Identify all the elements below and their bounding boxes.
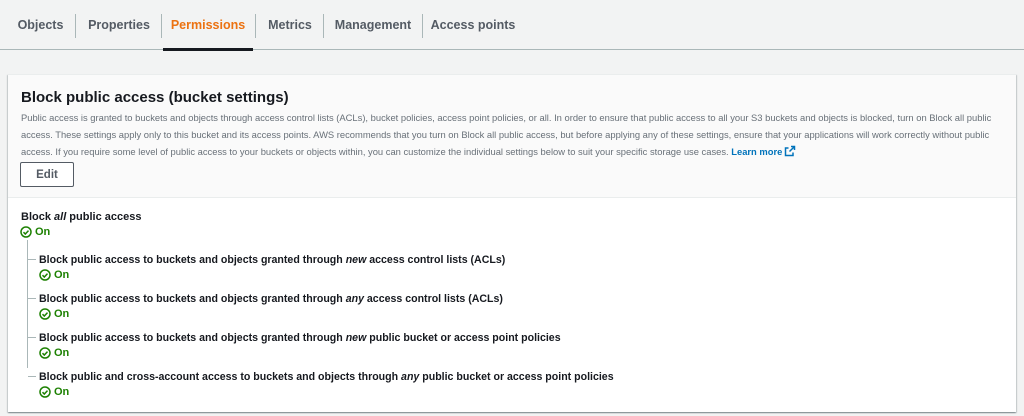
setting-label-em: new bbox=[345, 254, 367, 266]
tab-divider bbox=[161, 14, 162, 38]
setting-label-any-policies: Block public and cross-account access to… bbox=[39, 371, 614, 383]
setting-status-any-acls: On bbox=[39, 308, 69, 320]
setting-label-any-acls: Block public access to buckets and objec… bbox=[39, 293, 503, 305]
tree-branch bbox=[28, 259, 36, 260]
setting-status-new-policies: On bbox=[39, 347, 69, 359]
status-text: On bbox=[35, 226, 51, 238]
setting-status-any-policies: On bbox=[39, 386, 69, 398]
setting-label-pre: Block public access to buckets and objec… bbox=[39, 254, 346, 266]
learn-more-link[interactable]: Learn more bbox=[731, 145, 796, 157]
status-text: On bbox=[54, 347, 70, 359]
tab-divider bbox=[75, 14, 76, 38]
check-circle-icon bbox=[39, 386, 51, 398]
tab-divider bbox=[255, 14, 256, 38]
tab-divider bbox=[323, 14, 324, 38]
block-all-status: On bbox=[20, 226, 50, 238]
check-circle-icon bbox=[39, 347, 51, 359]
setting-label-new-policies: Block public access to buckets and objec… bbox=[39, 332, 561, 344]
tab-divider bbox=[422, 14, 423, 38]
description-text: Public access is granted to buckets and … bbox=[21, 112, 992, 157]
panel-description: Public access is granted to buckets and … bbox=[21, 109, 1006, 162]
tab-permissions[interactable]: Permissions bbox=[163, 0, 253, 51]
block-public-access-panel: Block public access (bucket settings) Pu… bbox=[8, 74, 1016, 412]
block-all-label-pre: Block bbox=[21, 211, 55, 223]
tab-objects[interactable]: Objects bbox=[8, 0, 73, 50]
tree-branch bbox=[28, 298, 36, 299]
tab-management[interactable]: Management bbox=[327, 0, 419, 50]
setting-label-new-acls: Block public access to buckets and objec… bbox=[39, 254, 505, 266]
setting-label-em: any bbox=[345, 293, 364, 305]
setting-label-post: access control lists (ACLs) bbox=[366, 254, 506, 266]
setting-status-new-acls: On bbox=[39, 269, 69, 281]
check-circle-icon bbox=[39, 269, 51, 281]
tab-metrics[interactable]: Metrics bbox=[259, 0, 321, 50]
setting-label-pre: Block public access to buckets and objec… bbox=[39, 332, 346, 344]
tab-bar: Objects Properties Permissions Metrics M… bbox=[0, 0, 1024, 51]
check-circle-icon bbox=[20, 226, 32, 238]
setting-label-post: public bucket or access point policies bbox=[366, 332, 561, 344]
tab-properties[interactable]: Properties bbox=[79, 0, 159, 50]
block-all-label: Block all public access bbox=[21, 211, 141, 223]
setting-label-pre: Block public and cross-account access to… bbox=[39, 371, 402, 383]
status-text: On bbox=[54, 308, 70, 320]
panel-title: Block public access (bucket settings) bbox=[21, 89, 289, 106]
setting-label-em: new bbox=[345, 332, 367, 344]
check-circle-icon bbox=[39, 308, 51, 320]
tree-branch bbox=[28, 337, 36, 338]
block-all-label-post: public access bbox=[66, 211, 142, 223]
status-text: On bbox=[54, 269, 70, 281]
setting-label-em: any bbox=[401, 371, 420, 383]
external-link-icon bbox=[784, 145, 796, 162]
status-text: On bbox=[54, 386, 70, 398]
tab-access-points[interactable]: Access points bbox=[428, 0, 518, 50]
learn-more-label: Learn more bbox=[731, 146, 783, 157]
setting-label-post: access control lists (ACLs) bbox=[363, 293, 503, 305]
setting-label-pre: Block public access to buckets and objec… bbox=[39, 293, 346, 305]
panel-header: Block public access (bucket settings) Pu… bbox=[8, 75, 1016, 198]
tree-branch bbox=[28, 376, 36, 377]
setting-label-post: public bucket or access point policies bbox=[419, 371, 614, 383]
edit-button[interactable]: Edit bbox=[20, 162, 74, 187]
block-all-label-em: all bbox=[54, 211, 67, 223]
